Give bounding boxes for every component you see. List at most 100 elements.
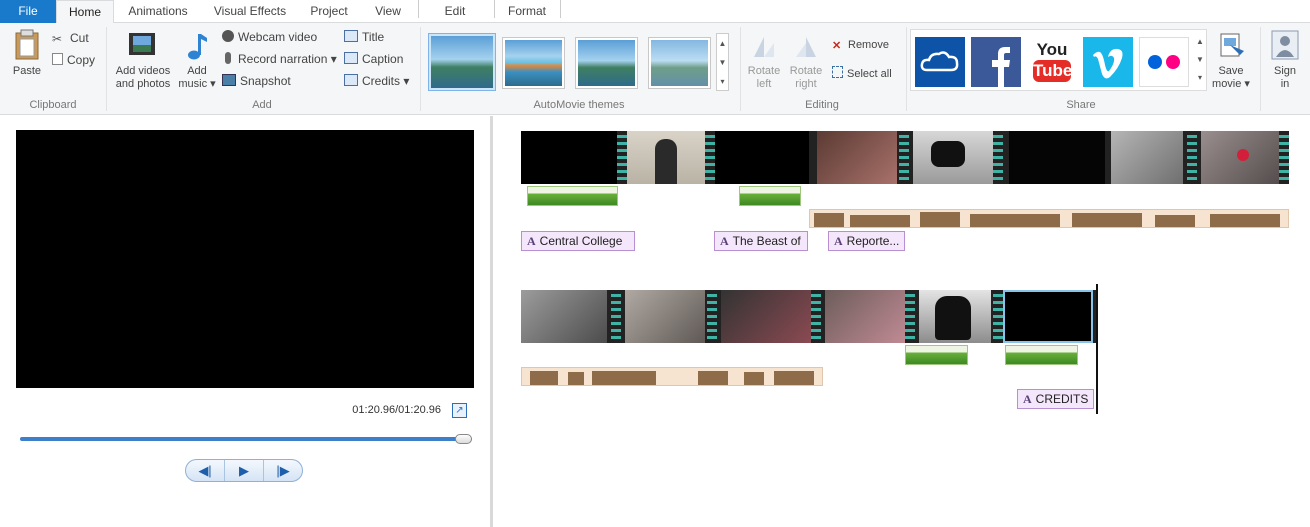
- copy-button[interactable]: Copy: [52, 51, 95, 69]
- play-button[interactable]: ▶: [225, 460, 264, 481]
- tab-home[interactable]: Home: [56, 0, 114, 24]
- clip-dog-pink[interactable]: [825, 290, 905, 343]
- clip-dog-radiator[interactable]: [919, 290, 991, 343]
- clip-credits-black[interactable]: [1003, 290, 1093, 343]
- seek-thumb[interactable]: [455, 434, 472, 444]
- narration-clip[interactable]: [527, 186, 618, 206]
- add-videos-button[interactable]: Add videos and photos: [112, 31, 174, 91]
- film-perforation: [617, 131, 627, 184]
- music-track[interactable]: [521, 367, 823, 386]
- rotate-right-button[interactable]: Rotate right: [786, 31, 826, 91]
- film-photo-icon: [129, 33, 155, 55]
- clip-dog-hall[interactable]: [521, 290, 607, 343]
- rotate-left-button[interactable]: Rotate left: [744, 31, 784, 91]
- dog-thumbnail: [931, 141, 965, 167]
- save-movie-label-2: movie ▾: [1212, 78, 1250, 90]
- themes-scroll[interactable]: ▲ ▼ ▾: [716, 33, 729, 91]
- clip-black-1[interactable]: [521, 131, 617, 184]
- share-scroll[interactable]: ▲ ▼ ▾: [1194, 33, 1206, 89]
- narration-clip[interactable]: [1005, 345, 1078, 365]
- clipboard-group-label: Clipboard: [29, 99, 77, 111]
- theme-3[interactable]: [575, 37, 638, 89]
- tab-file[interactable]: File: [0, 0, 56, 23]
- theme-thumbnail: [505, 40, 562, 86]
- tab-visual-effects[interactable]: Visual Effects: [204, 0, 296, 23]
- clip-dog-door[interactable]: [913, 131, 993, 184]
- music-waveform: [568, 372, 584, 385]
- paste-button[interactable]: Paste: [8, 29, 46, 78]
- theme-4[interactable]: [648, 37, 711, 89]
- save-movie-button[interactable]: Save movie ▾: [1210, 31, 1252, 91]
- play-icon: ▶: [239, 462, 249, 478]
- title-button[interactable]: Title: [344, 28, 384, 46]
- music-waveform: [970, 214, 1060, 227]
- clip-room[interactable]: [625, 290, 705, 343]
- cut-label: Cut: [70, 31, 89, 45]
- select-all-icon: [832, 66, 843, 78]
- video-preview[interactable]: [16, 130, 474, 388]
- snapshot-icon: [222, 74, 236, 86]
- add-music-button[interactable]: Add music ▾: [178, 31, 216, 91]
- context-separator: [560, 0, 561, 18]
- record-narration-button[interactable]: Record narration ▾: [222, 50, 337, 68]
- vimeo-v-icon: [1093, 48, 1123, 79]
- caption-clip[interactable]: A CREDITS: [1017, 389, 1094, 409]
- add-videos-label-1: Add videos: [115, 65, 171, 77]
- tab-edit[interactable]: Edit: [424, 0, 486, 23]
- snapshot-button[interactable]: Snapshot: [222, 72, 291, 90]
- caption-clip[interactable]: A Reporte...: [828, 231, 905, 251]
- paste-label: Paste: [12, 65, 42, 77]
- user-icon: [1271, 30, 1299, 60]
- caption-icon: [344, 52, 358, 64]
- caption-text: CREDITS: [1035, 392, 1089, 406]
- themes-group-label: AutoMovie themes: [533, 99, 625, 111]
- caption-clip[interactable]: A The Beast of: [714, 231, 808, 251]
- clip-red-ball[interactable]: [1201, 131, 1279, 184]
- caption-clip[interactable]: A Central College: [521, 231, 635, 251]
- theme-2[interactable]: [502, 37, 565, 89]
- webcam-video-button[interactable]: Webcam video: [222, 28, 317, 46]
- narration-clip[interactable]: [739, 186, 801, 206]
- onedrive-icon[interactable]: [915, 37, 965, 87]
- seek-bar[interactable]: [20, 437, 472, 441]
- clip-dark[interactable]: [1009, 131, 1105, 184]
- storyboard-clip-strip[interactable]: [521, 290, 1097, 343]
- webcam-label: Webcam video: [238, 30, 318, 44]
- cloud-icon: [920, 51, 959, 72]
- narration-clip[interactable]: [905, 345, 968, 365]
- tab-format[interactable]: Format: [498, 0, 556, 23]
- clip-blanket[interactable]: [1111, 131, 1183, 184]
- flickr-icon[interactable]: [1139, 37, 1189, 87]
- storyboard-clip-strip[interactable]: [521, 131, 1289, 184]
- youtube-icon[interactable]: You Tube: [1027, 37, 1077, 87]
- youtube-logo-text-1: You: [1036, 40, 1068, 59]
- playhead[interactable]: [1096, 284, 1098, 414]
- paste-icon: [15, 29, 39, 60]
- previous-frame-button[interactable]: ◀|: [186, 460, 225, 481]
- music-track[interactable]: [809, 209, 1289, 228]
- rotate-right-label-2: right: [795, 78, 817, 90]
- clip-black-2[interactable]: [715, 131, 809, 184]
- select-all-label: Select all: [847, 68, 892, 80]
- vimeo-icon[interactable]: [1083, 37, 1133, 87]
- ball-thumbnail: [1237, 149, 1249, 161]
- facebook-icon[interactable]: [971, 37, 1021, 87]
- remove-button[interactable]: ✕ Remove: [832, 36, 889, 54]
- select-all-button[interactable]: Select all: [832, 65, 892, 83]
- caption-button[interactable]: Caption: [344, 50, 403, 68]
- pane-splitter[interactable]: [490, 116, 493, 527]
- tab-project[interactable]: Project: [304, 0, 354, 23]
- clip-dog-rug[interactable]: [721, 290, 811, 343]
- tab-animations[interactable]: Animations: [118, 0, 198, 23]
- sign-in-button[interactable]: Sign in: [1266, 29, 1304, 91]
- theme-1[interactable]: [428, 33, 496, 91]
- tab-view[interactable]: View: [364, 0, 412, 23]
- music-waveform: [814, 213, 844, 227]
- clip-person[interactable]: [627, 131, 707, 184]
- next-frame-button[interactable]: |▶: [264, 460, 302, 481]
- scissors-icon: ✂: [52, 32, 63, 46]
- credits-button[interactable]: Credits ▾: [344, 72, 409, 90]
- clip-dog-bed[interactable]: [817, 131, 897, 184]
- cut-button[interactable]: ✂ Cut: [52, 29, 89, 47]
- fullscreen-icon[interactable]: ↗: [452, 403, 467, 418]
